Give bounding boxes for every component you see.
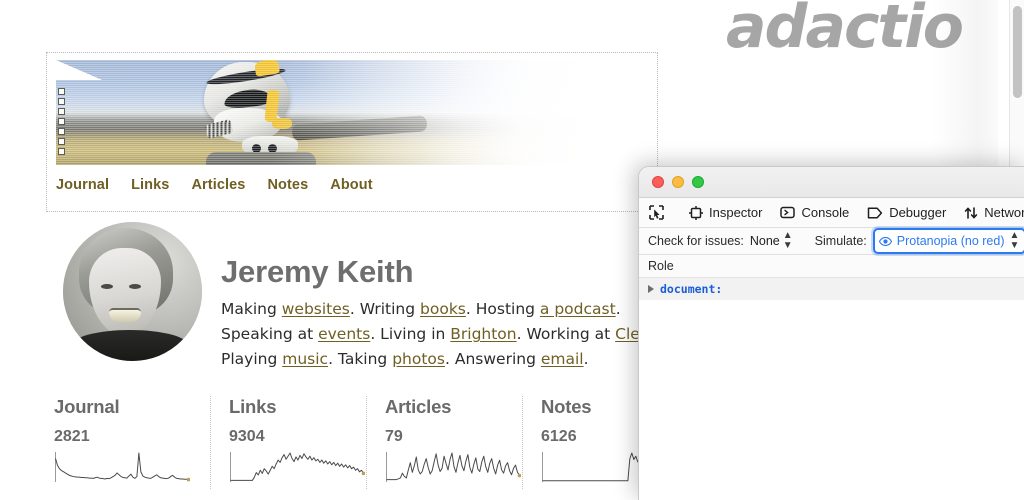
bio-link-events[interactable]: events	[318, 325, 370, 343]
debugger-icon	[867, 207, 883, 219]
bio-text: Playing	[221, 350, 282, 368]
simulate-select[interactable]: Protanopia (no red) ▲▼	[873, 228, 1024, 254]
tab-console-label: Console	[801, 205, 849, 220]
tab-network-label: Network	[984, 205, 1024, 220]
stat-card-articles[interactable]: Articles 79	[366, 396, 522, 489]
minimize-button[interactable]	[672, 176, 684, 188]
bio-link-music[interactable]: music	[282, 350, 328, 368]
check-for-issues-select[interactable]: None ▲▼	[750, 231, 793, 251]
bullet-marker	[58, 88, 65, 95]
bullet-marker	[58, 138, 65, 145]
bio-text: . Hosting	[466, 300, 540, 318]
stats-row: Journal 2821 Links 9304 Articles 79 Note…	[54, 396, 678, 489]
avatar	[63, 222, 202, 361]
bio-link-brighton[interactable]: Brighton	[450, 325, 516, 343]
bio-text: . Taking	[328, 350, 392, 368]
inspector-icon	[689, 206, 703, 220]
sparkline-journal	[54, 450, 190, 484]
nav-item-links[interactable]: Links	[131, 177, 169, 193]
scrollbar-thumb[interactable]	[1013, 6, 1022, 98]
stat-count: 9304	[229, 428, 352, 446]
bio-line: Speaking at events. Living in Brighton. …	[221, 322, 686, 347]
bio-text: Making	[221, 300, 282, 318]
bio-line: Playing music. Taking photos. Answering …	[221, 347, 686, 372]
chevron-right-icon[interactable]	[648, 285, 654, 293]
avatar-shirt	[71, 330, 189, 361]
bio-text: . Working at	[517, 325, 616, 343]
stat-card-links[interactable]: Links 9304	[210, 396, 366, 489]
avatar-eye-right	[129, 284, 141, 289]
eye-icon	[879, 235, 892, 248]
devtools-window: Inspector Console Debugger	[638, 166, 1024, 500]
profile-bio: Making websites. Writing books. Hosting …	[221, 297, 686, 372]
accessibility-tree-column-header: Role	[639, 255, 1024, 278]
bullet-marker	[58, 128, 65, 135]
stat-count: 79	[385, 428, 508, 446]
nav-item-about[interactable]: About	[330, 177, 372, 193]
bio-text: . Answering	[445, 350, 541, 368]
console-icon	[780, 206, 795, 219]
accessibility-tree-body	[639, 300, 1024, 500]
network-icon	[964, 206, 978, 220]
bullet-marker	[58, 118, 65, 125]
bio-line: Making websites. Writing books. Hosting …	[221, 297, 686, 322]
close-button[interactable]	[652, 176, 664, 188]
nav-item-journal[interactable]: Journal	[56, 177, 109, 193]
bio-link-a-podcast[interactable]: a podcast	[540, 300, 616, 318]
tab-debugger-label: Debugger	[889, 205, 946, 220]
devtools-titlebar[interactable]	[639, 167, 1024, 198]
avatar-eye-left	[101, 284, 113, 289]
primary-navigation[interactable]: Journal Links Articles Notes About	[56, 177, 373, 193]
stat-label: Journal	[54, 396, 196, 418]
column-header-role: Role	[648, 259, 674, 273]
tab-console[interactable]: Console	[771, 200, 858, 226]
bio-link-books[interactable]: books	[420, 300, 466, 318]
accessibility-tree-row[interactable]: document:	[639, 278, 1024, 300]
bullet-marker	[58, 108, 65, 115]
banner-bullet-markers	[58, 88, 65, 155]
bullet-marker	[58, 98, 65, 105]
devtools-tabbar[interactable]: Inspector Console Debugger	[639, 198, 1024, 228]
bio-link-websites[interactable]: websites	[282, 300, 350, 318]
page-title: Jeremy Keith	[221, 254, 413, 290]
bio-link-photos[interactable]: photos	[392, 350, 445, 368]
bio-link-email[interactable]: email	[541, 350, 584, 368]
nav-item-articles[interactable]: Articles	[191, 177, 245, 193]
check-for-issues-label: Check for issues:	[648, 234, 744, 248]
check-for-issues-value: None	[750, 234, 780, 248]
stat-label: Links	[229, 396, 352, 418]
tab-inspector[interactable]: Inspector	[680, 200, 771, 226]
banner-clipped-corner	[56, 60, 102, 80]
tab-inspector-label: Inspector	[709, 205, 762, 220]
avatar-smile	[109, 308, 141, 322]
bio-text: Speaking at	[221, 325, 318, 343]
element-picker-icon[interactable]	[648, 202, 665, 224]
stepper-icon: ▲▼	[783, 231, 793, 251]
zoom-button[interactable]	[692, 176, 704, 188]
nav-item-notes[interactable]: Notes	[267, 177, 308, 193]
stat-label: Articles	[385, 396, 508, 418]
site-banner-image	[56, 60, 648, 165]
simulate-value: Protanopia (no red)	[897, 234, 1005, 248]
tree-row-label: document:	[660, 282, 722, 296]
stepper-icon: ▲▼	[1009, 231, 1019, 251]
bio-text: . Living in	[370, 325, 450, 343]
stat-count: 2821	[54, 428, 196, 446]
sparkline-links	[229, 450, 365, 484]
banner-fade-overlay	[56, 60, 648, 165]
tab-debugger[interactable]: Debugger	[858, 200, 955, 226]
sparkline-articles	[385, 450, 521, 484]
bio-text: .	[616, 300, 621, 318]
accessibility-toolbar: Check for issues: None ▲▼ Simulate: Prot…	[639, 228, 1024, 255]
bio-text: . Writing	[350, 300, 420, 318]
site-wordmark: adactio	[726, 0, 962, 59]
bio-text: .	[584, 350, 589, 368]
tab-network[interactable]: Network	[955, 200, 1024, 226]
simulate-label: Simulate:	[815, 234, 867, 248]
stat-card-journal[interactable]: Journal 2821	[54, 396, 210, 489]
screenshot-root: adactio	[0, 0, 1024, 500]
bullet-marker	[58, 148, 65, 155]
